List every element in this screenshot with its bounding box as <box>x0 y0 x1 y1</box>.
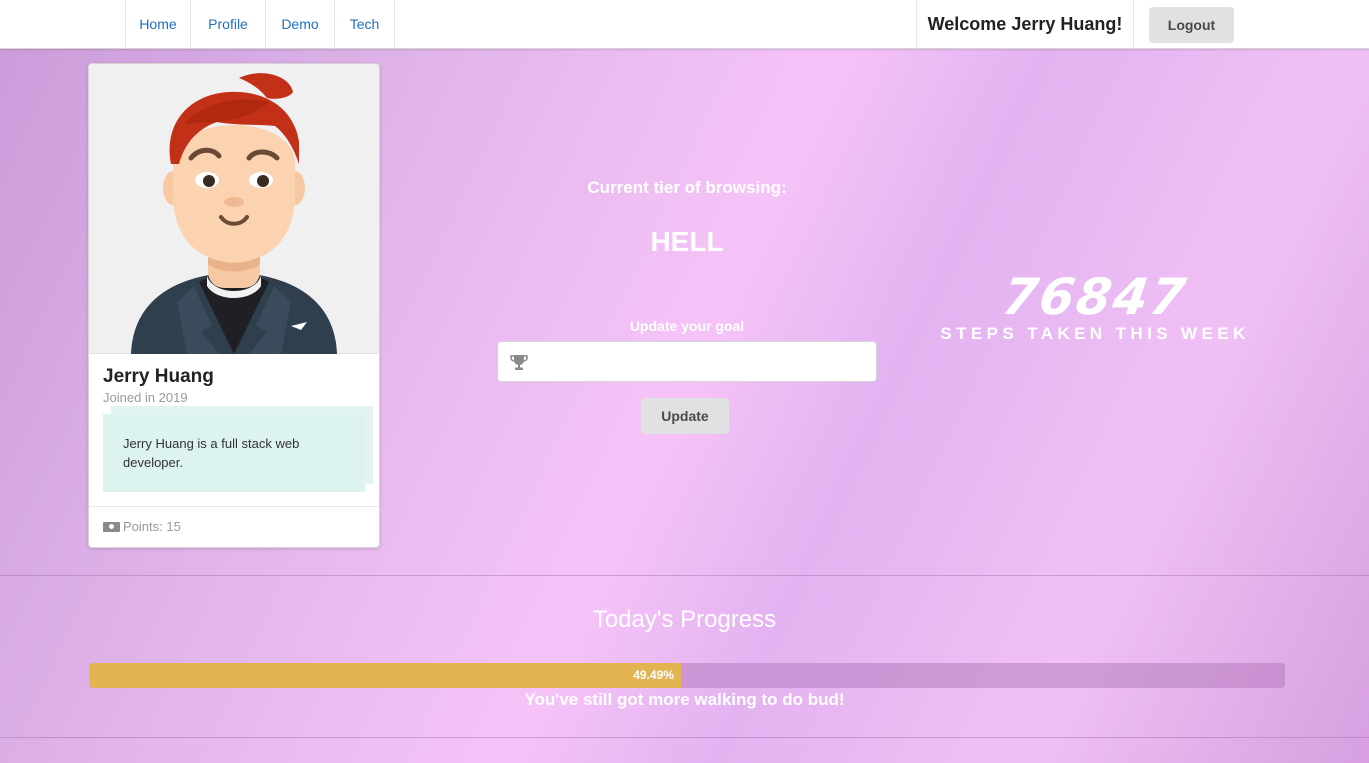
nav-profile[interactable]: Profile <box>191 0 266 49</box>
goal-input[interactable] <box>534 342 872 381</box>
avatar <box>89 64 379 354</box>
progress-bar-fill: 49.49% <box>89 663 681 688</box>
tier-label: Current tier of browsing: <box>587 178 787 197</box>
progress-message: You've still got more walking to do bud! <box>524 690 845 709</box>
nav-home[interactable]: Home <box>125 0 191 49</box>
steps-label: STEPS TAKEN THIS WEEK <box>940 324 1250 343</box>
nav-tech[interactable]: Tech <box>335 0 395 49</box>
steps-count: 76847 <box>998 268 1192 326</box>
profile-points: Points: 15 <box>89 506 379 547</box>
profile-joined: Joined in 2019 <box>103 390 188 405</box>
progress-title: Today's Progress <box>592 606 777 633</box>
points-text: Points: 15 <box>123 519 181 534</box>
tier-value: HELL <box>650 226 724 257</box>
top-navbar: Home Profile Demo Tech Welcome Jerry Hua… <box>0 0 1369 49</box>
money-bill-icon <box>103 522 120 532</box>
goal-field[interactable] <box>497 341 877 382</box>
update-goal-button[interactable]: Update <box>641 398 729 434</box>
profile-name: Jerry Huang <box>103 366 214 387</box>
avatar-illustration <box>131 73 337 354</box>
section-divider-bottom <box>0 737 1369 738</box>
progress-bar: 49.49% <box>89 663 1285 688</box>
goal-label: Update your goal <box>629 318 745 334</box>
nav-demo[interactable]: Demo <box>266 0 335 49</box>
section-divider <box>0 575 1369 576</box>
profile-card: Jerry Huang Joined in 2019 Jerry Huang i… <box>88 63 380 548</box>
logout-button[interactable]: Logout <box>1149 7 1234 43</box>
profile-description: Jerry Huang is a full stack web develope… <box>103 414 365 492</box>
welcome-message: Welcome Jerry Huang! <box>916 0 1134 49</box>
progress-percent: 49.49% <box>633 668 674 682</box>
trophy-icon <box>510 355 528 370</box>
